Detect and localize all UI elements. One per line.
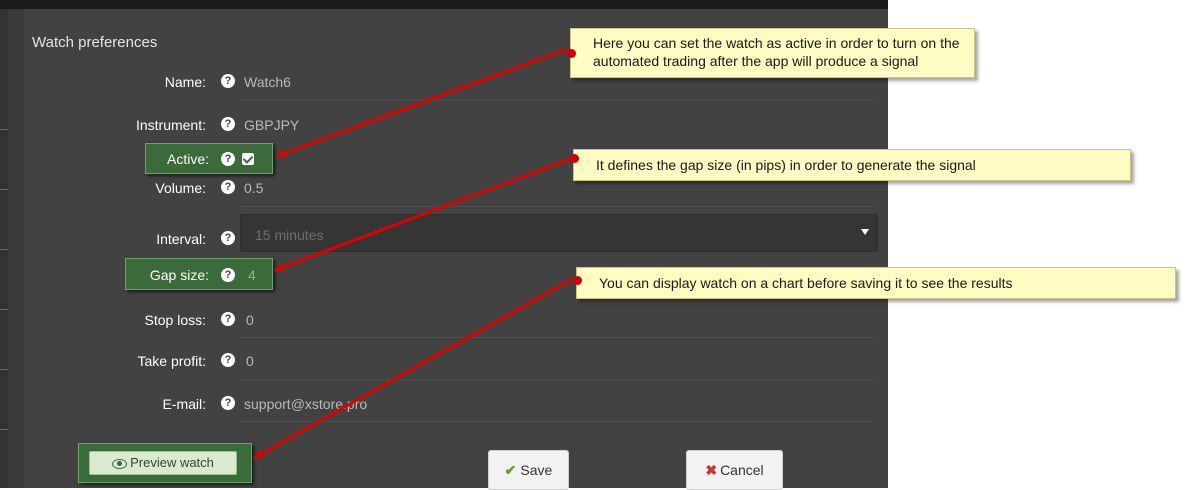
arrow-to-gap-size <box>274 157 571 272</box>
arrow-to-active <box>276 47 568 158</box>
arrow-to-preview <box>253 277 573 460</box>
annotation-arrows <box>253 47 573 460</box>
